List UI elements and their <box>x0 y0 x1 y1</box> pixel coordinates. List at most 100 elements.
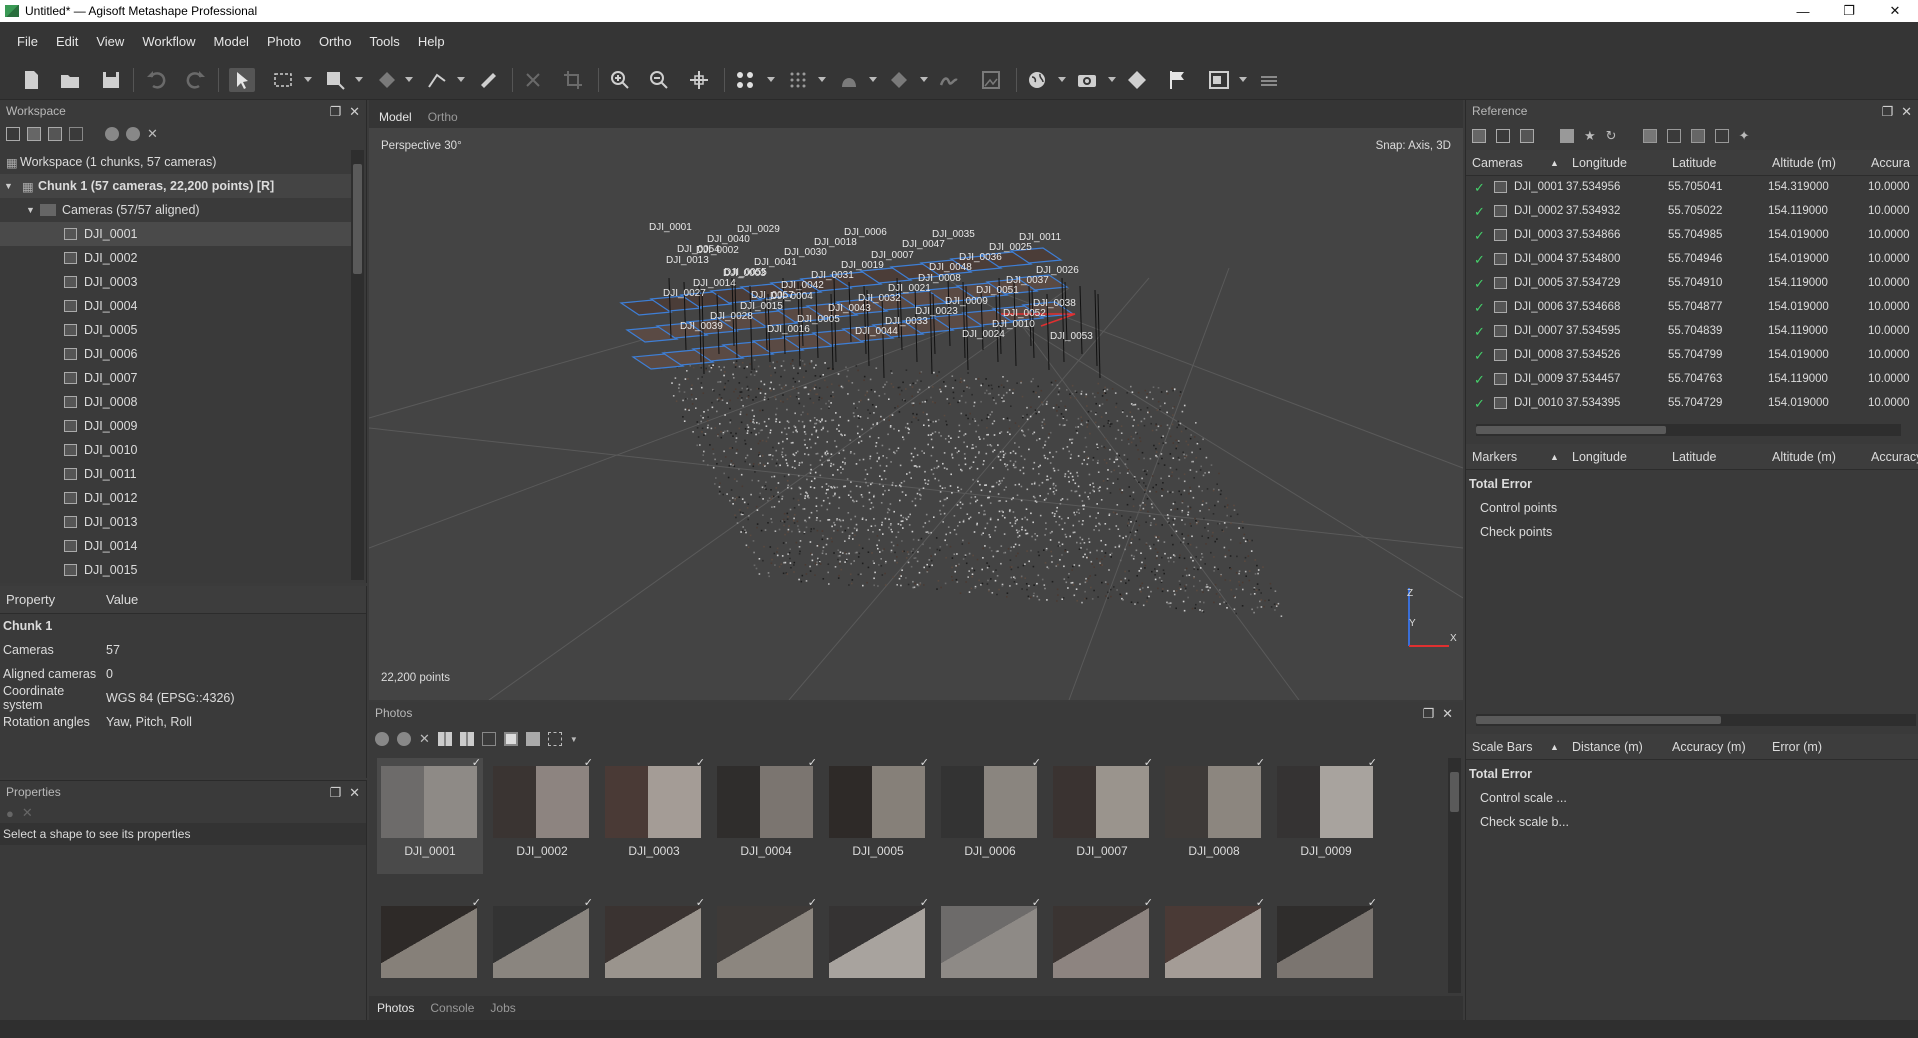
view-estimated-icon[interactable] <box>1666 129 1681 143</box>
tree-camera-item[interactable]: DJI_0004 <box>0 294 352 318</box>
menu-ortho[interactable]: Ortho <box>310 34 361 49</box>
col-scale-bars[interactable]: Scale Bars <box>1472 740 1532 754</box>
photo-thumbnail[interactable]: ✓ DJI_0009 <box>1273 757 1379 874</box>
zoom-in-icon[interactable] <box>607 68 633 92</box>
3d-scene[interactable]: DJI_0001 DJI_0002 DJI_0003 DJI_0004 DJI_0005… <box>368 128 1464 701</box>
mask-icon[interactable] <box>481 732 496 746</box>
layers-icon[interactable] <box>1256 68 1282 92</box>
tree-camera-item[interactable]: DJI_0005 <box>0 318 352 342</box>
tree-camera-item[interactable]: DJI_0007 <box>0 366 352 390</box>
tab-model[interactable]: Model <box>373 106 418 128</box>
camera-ref-row[interactable]: ✓ DJI_0003 37.534866 55.704985 154.019000 10.… <box>1466 224 1918 248</box>
minimize-button[interactable]: — <box>1780 0 1826 22</box>
col-accuracy[interactable]: Accuracy <box>1871 450 1918 464</box>
photo-thumbnail[interactable]: ✓ DJI_0002 <box>489 757 595 874</box>
float-panel-icon[interactable]: ❐ <box>329 104 341 120</box>
draw-shape-icon[interactable] <box>322 68 348 92</box>
ruler-icon[interactable] <box>475 68 501 92</box>
add-icon[interactable]: ● <box>6 806 14 821</box>
col-longitude[interactable]: Longitude <box>1572 156 1627 170</box>
camera-ref-row[interactable]: ✓ DJI_0010 37.534395 55.704729 154.019000 10.… <box>1466 392 1918 416</box>
view-errors-icon[interactable] <box>1690 129 1705 143</box>
col-cameras[interactable]: Cameras <box>1472 156 1523 170</box>
col-markers[interactable]: Markers <box>1472 450 1517 464</box>
camera-ref-row[interactable]: ✓ DJI_0004 37.534800 55.704946 154.019000 10.… <box>1466 248 1918 272</box>
photo-thumbnail[interactable]: ✓ DJI_0004 <box>713 757 819 874</box>
new-document-icon[interactable] <box>18 68 44 92</box>
tree-camera-item[interactable]: DJI_0006 <box>0 342 352 366</box>
table-icon[interactable] <box>1714 129 1729 143</box>
enable-icon[interactable] <box>105 127 119 141</box>
orthomosaic-icon[interactable] <box>978 68 1004 92</box>
menu-workflow[interactable]: Workflow <box>133 34 204 49</box>
save-icon[interactable] <box>98 68 124 92</box>
add-folder-icon[interactable] <box>48 127 62 141</box>
mesh-model-icon[interactable] <box>836 68 862 92</box>
settings-icon[interactable]: ✦ <box>1739 128 1750 144</box>
markers-flag-icon[interactable] <box>1165 68 1191 92</box>
scene-canvas[interactable]: DJI_0001DJI_0002DJI_0003DJI_0004DJI_0005… <box>368 128 1464 701</box>
tree-camera-item[interactable]: DJI_0011 <box>0 462 352 486</box>
photo-thumbnail[interactable]: ✓ DJI_0008 <box>1161 757 1267 874</box>
tree-camera-item[interactable]: DJI_0014 <box>0 534 352 558</box>
camera-ref-row[interactable]: ✓ DJI_0006 37.534668 55.704877 154.019000 10.… <box>1466 296 1918 320</box>
col-longitude[interactable]: Longitude <box>1572 450 1627 464</box>
col-accuracy[interactable]: Accuracy (m) <box>1672 740 1746 754</box>
remove-items-icon[interactable]: ✕ <box>147 126 158 142</box>
globe-icon[interactable] <box>1024 68 1050 92</box>
menu-view[interactable]: View <box>87 34 133 49</box>
col-latitude[interactable]: Latitude <box>1672 450 1716 464</box>
open-folder-icon[interactable] <box>57 68 83 92</box>
tree-camera-item[interactable]: DJI_0010 <box>0 438 352 462</box>
enabled-checkbox[interactable]: ✓ <box>1474 325 1488 339</box>
close-panel-icon[interactable]: ✕ <box>1442 706 1453 722</box>
update-icon[interactable]: ↻ <box>1606 128 1617 144</box>
remove-icon[interactable]: ✕ <box>22 805 33 821</box>
tab-jobs[interactable]: Jobs <box>490 1001 515 1015</box>
enabled-checkbox[interactable]: ✓ <box>1474 205 1488 219</box>
menu-photo[interactable]: Photo <box>258 34 310 49</box>
multiple-views-icon[interactable] <box>525 732 540 746</box>
polygon-icon[interactable] <box>374 68 400 92</box>
col-altitude[interactable]: Altitude (m) <box>1772 156 1836 170</box>
point-cloud-icon[interactable] <box>732 68 758 92</box>
col-altitude[interactable]: Altitude (m) <box>1772 450 1836 464</box>
tree-cameras-group[interactable]: ▼ Cameras (57/57 aligned) <box>0 198 352 222</box>
enabled-checkbox[interactable]: ✓ <box>1474 229 1488 243</box>
camera-ref-row[interactable]: ✓ DJI_0007 37.534595 55.704839 154.119000 10.… <box>1466 320 1918 344</box>
camera-ref-row[interactable]: ✓ DJI_0009 37.534457 55.704763 154.119000 10.… <box>1466 368 1918 392</box>
photos-scrollbar[interactable] <box>1448 758 1461 993</box>
menu-file[interactable]: File <box>8 34 47 49</box>
check-points-row[interactable]: Check points <box>1466 520 1918 544</box>
tree-camera-item[interactable]: DJI_0001 <box>0 222 352 246</box>
menu-help[interactable]: Help <box>409 34 454 49</box>
tree-camera-item[interactable]: DJI_0015 <box>0 558 352 580</box>
scalebars-total-error[interactable]: Total Error <box>1466 762 1918 786</box>
image-view-icon[interactable] <box>1206 68 1232 92</box>
enabled-checkbox[interactable]: ✓ <box>1474 277 1488 291</box>
tiled-model-icon[interactable] <box>886 68 912 92</box>
delete-icon[interactable] <box>520 68 546 92</box>
photo-thumbnail[interactable]: ✓ DJI_0007 <box>1049 757 1155 874</box>
float-panel-icon[interactable]: ❐ <box>1881 104 1893 120</box>
check-scale-row[interactable]: Check scale b... <box>1466 810 1918 834</box>
dense-cloud-icon[interactable] <box>785 68 811 92</box>
photo-thumbnail[interactable]: ✓ DJI_0006 <box>937 757 1043 874</box>
remove-camera-icon[interactable]: ✕ <box>419 731 430 747</box>
control-scale-row[interactable]: Control scale ... <box>1466 786 1918 810</box>
polyline-icon[interactable] <box>424 68 450 92</box>
tree-camera-item[interactable]: DJI_0002 <box>0 246 352 270</box>
col-latitude[interactable]: Latitude <box>1672 156 1716 170</box>
markers-hscroll[interactable] <box>1476 714 1916 726</box>
undo-icon[interactable] <box>143 68 169 92</box>
export-icon[interactable] <box>1496 129 1510 143</box>
markers-total-error[interactable]: Total Error <box>1466 472 1918 496</box>
tab-console[interactable]: Console <box>430 1001 474 1015</box>
disable-camera-icon[interactable] <box>397 732 411 746</box>
zoom-out-icon[interactable] <box>646 68 672 92</box>
add-chunk-icon[interactable] <box>6 127 20 141</box>
workspace-scrollbar[interactable] <box>351 150 364 580</box>
control-points-row[interactable]: Control points <box>1466 496 1918 520</box>
close-panel-icon[interactable]: ✕ <box>1901 104 1912 120</box>
tree-camera-item[interactable]: DJI_0008 <box>0 390 352 414</box>
